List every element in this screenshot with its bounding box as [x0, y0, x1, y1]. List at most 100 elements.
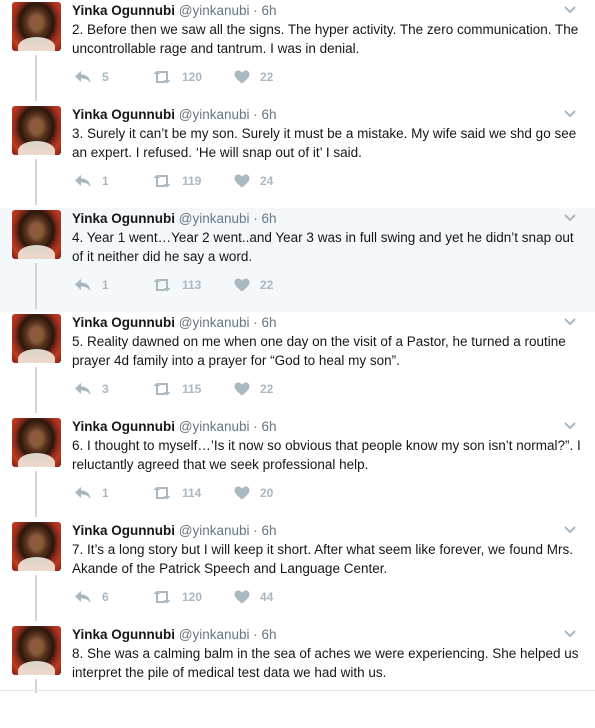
- chevron-down-icon[interactable]: [563, 524, 577, 536]
- thread-connector: [35, 367, 37, 413]
- retweet-icon: [153, 486, 171, 500]
- avatar[interactable]: [12, 522, 61, 571]
- reply-count: 6: [102, 590, 109, 604]
- reply-icon: [75, 71, 91, 83]
- retweet-count: 120: [182, 590, 203, 604]
- tweet-item[interactable]: Yinka Ogunnubi @yinkanubi · 6h 3. Surely…: [0, 104, 595, 208]
- user-handle[interactable]: @yinkanubi: [179, 211, 250, 226]
- reply-icon: [75, 383, 91, 395]
- retweet-count: 115: [182, 382, 202, 396]
- heart-icon: [234, 486, 250, 500]
- chevron-down-icon[interactable]: [563, 108, 577, 120]
- chevron-down-icon[interactable]: [563, 420, 577, 432]
- tweet-text: 4. Year 1 went…Year 2 went..and Year 3 w…: [72, 230, 574, 264]
- retweet-button[interactable]: 120: [152, 68, 202, 86]
- timestamp[interactable]: · 6h: [253, 107, 276, 122]
- like-count: 22: [260, 278, 274, 292]
- retweet-icon: [153, 278, 171, 292]
- retweet-button[interactable]: 114: [152, 484, 201, 502]
- display-name[interactable]: Yinka Ogunnubi: [72, 315, 175, 330]
- like-button[interactable]: 44: [234, 588, 273, 606]
- heart-icon: [234, 174, 250, 188]
- tweet-text: 7. It’s a long story but I will keep it …: [72, 542, 573, 576]
- avatar[interactable]: [12, 418, 61, 467]
- tweet-item[interactable]: Yinka Ogunnubi @yinkanubi · 6h 6. I thou…: [0, 416, 595, 520]
- like-count: 44: [260, 590, 274, 604]
- chevron-down-icon[interactable]: [563, 212, 577, 224]
- divider: [0, 690, 595, 691]
- tweet-item[interactable]: Yinka Ogunnubi @yinkanubi · 6h 7. It’s a…: [0, 520, 595, 624]
- user-handle[interactable]: @yinkanubi: [179, 523, 250, 538]
- tweet-item[interactable]: Yinka Ogunnubi @yinkanubi · 6h 2. Before…: [0, 0, 595, 104]
- chevron-down-icon[interactable]: [563, 316, 577, 328]
- retweet-icon: [153, 70, 171, 84]
- retweet-button[interactable]: 113: [152, 276, 201, 294]
- reply-icon: [75, 591, 91, 603]
- retweet-count: 114: [182, 486, 202, 500]
- timestamp[interactable]: · 6h: [253, 419, 276, 434]
- tweet-text: 2. Before then we saw all the signs. The…: [72, 22, 579, 56]
- reply-count: 3: [102, 382, 109, 396]
- tweet-thread: Yinka Ogunnubi @yinkanubi · 6h 2. Before…: [0, 0, 595, 693]
- like-button[interactable]: 22: [234, 68, 273, 86]
- user-handle[interactable]: @yinkanubi: [179, 107, 250, 122]
- avatar[interactable]: [12, 106, 61, 155]
- user-handle[interactable]: @yinkanubi: [179, 315, 250, 330]
- tweet-header: Yinka Ogunnubi @yinkanubi · 6h: [72, 626, 277, 644]
- timestamp[interactable]: · 6h: [253, 3, 276, 18]
- reply-count: 1: [102, 486, 109, 500]
- like-button[interactable]: 22: [234, 380, 273, 398]
- avatar[interactable]: [12, 314, 61, 363]
- tweet-item[interactable]: Yinka Ogunnubi @yinkanubi · 6h 4. Year 1…: [0, 208, 595, 312]
- like-count: 22: [260, 382, 274, 396]
- reply-button[interactable]: 1: [74, 172, 109, 190]
- display-name[interactable]: Yinka Ogunnubi: [72, 627, 175, 642]
- display-name[interactable]: Yinka Ogunnubi: [72, 419, 175, 434]
- user-handle[interactable]: @yinkanubi: [179, 419, 250, 434]
- timestamp[interactable]: · 6h: [253, 211, 276, 226]
- reply-button[interactable]: 5: [74, 68, 109, 86]
- tweet-header: Yinka Ogunnubi @yinkanubi · 6h: [72, 418, 277, 436]
- like-button[interactable]: 20: [234, 484, 273, 502]
- reply-button[interactable]: 1: [74, 484, 109, 502]
- chevron-down-icon[interactable]: [563, 628, 577, 640]
- tweet-text: 6. I thought to myself…’Is it now so obv…: [72, 438, 581, 472]
- retweet-button[interactable]: 115: [152, 380, 201, 398]
- avatar[interactable]: [12, 626, 61, 675]
- timestamp[interactable]: · 6h: [253, 523, 276, 538]
- retweet-icon: [153, 382, 171, 396]
- reply-icon: [75, 279, 91, 291]
- tweet-item[interactable]: Yinka Ogunnubi @yinkanubi · 6h 8. She wa…: [0, 624, 595, 728]
- reply-icon: [75, 487, 91, 499]
- avatar[interactable]: [12, 2, 61, 51]
- display-name[interactable]: Yinka Ogunnubi: [72, 3, 175, 18]
- like-button[interactable]: 24: [234, 172, 273, 190]
- display-name[interactable]: Yinka Ogunnubi: [72, 211, 175, 226]
- retweet-count: 119: [182, 174, 202, 188]
- heart-icon: [234, 590, 250, 604]
- reply-button[interactable]: 3: [74, 380, 109, 398]
- tweet-header: Yinka Ogunnubi @yinkanubi · 6h: [72, 314, 277, 332]
- timestamp[interactable]: · 6h: [253, 315, 276, 330]
- reply-button[interactable]: 6: [74, 588, 109, 606]
- thread-connector: [35, 263, 37, 309]
- chevron-down-icon[interactable]: [563, 4, 577, 16]
- timestamp[interactable]: · 6h: [253, 627, 276, 642]
- tweet-text: 5. Reality dawned on me when one day on …: [72, 334, 566, 368]
- like-count: 22: [260, 70, 274, 84]
- display-name[interactable]: Yinka Ogunnubi: [72, 523, 175, 538]
- tweet-header: Yinka Ogunnubi @yinkanubi · 6h: [72, 522, 277, 540]
- reply-button[interactable]: 1: [74, 276, 109, 294]
- like-button[interactable]: 22: [234, 276, 273, 294]
- avatar[interactable]: [12, 210, 61, 259]
- display-name[interactable]: Yinka Ogunnubi: [72, 107, 175, 122]
- user-handle[interactable]: @yinkanubi: [179, 627, 250, 642]
- tweet-header: Yinka Ogunnubi @yinkanubi · 6h: [72, 210, 277, 228]
- retweet-button[interactable]: 120: [152, 588, 202, 606]
- tweet-text: 3. Surely it can’t be my son. Surely it …: [72, 126, 577, 160]
- user-handle[interactable]: @yinkanubi: [179, 3, 250, 18]
- heart-icon: [234, 70, 250, 84]
- retweet-button[interactable]: 119: [152, 172, 201, 190]
- tweet-item[interactable]: Yinka Ogunnubi @yinkanubi · 6h 5. Realit…: [0, 312, 595, 416]
- like-count: 20: [260, 486, 274, 500]
